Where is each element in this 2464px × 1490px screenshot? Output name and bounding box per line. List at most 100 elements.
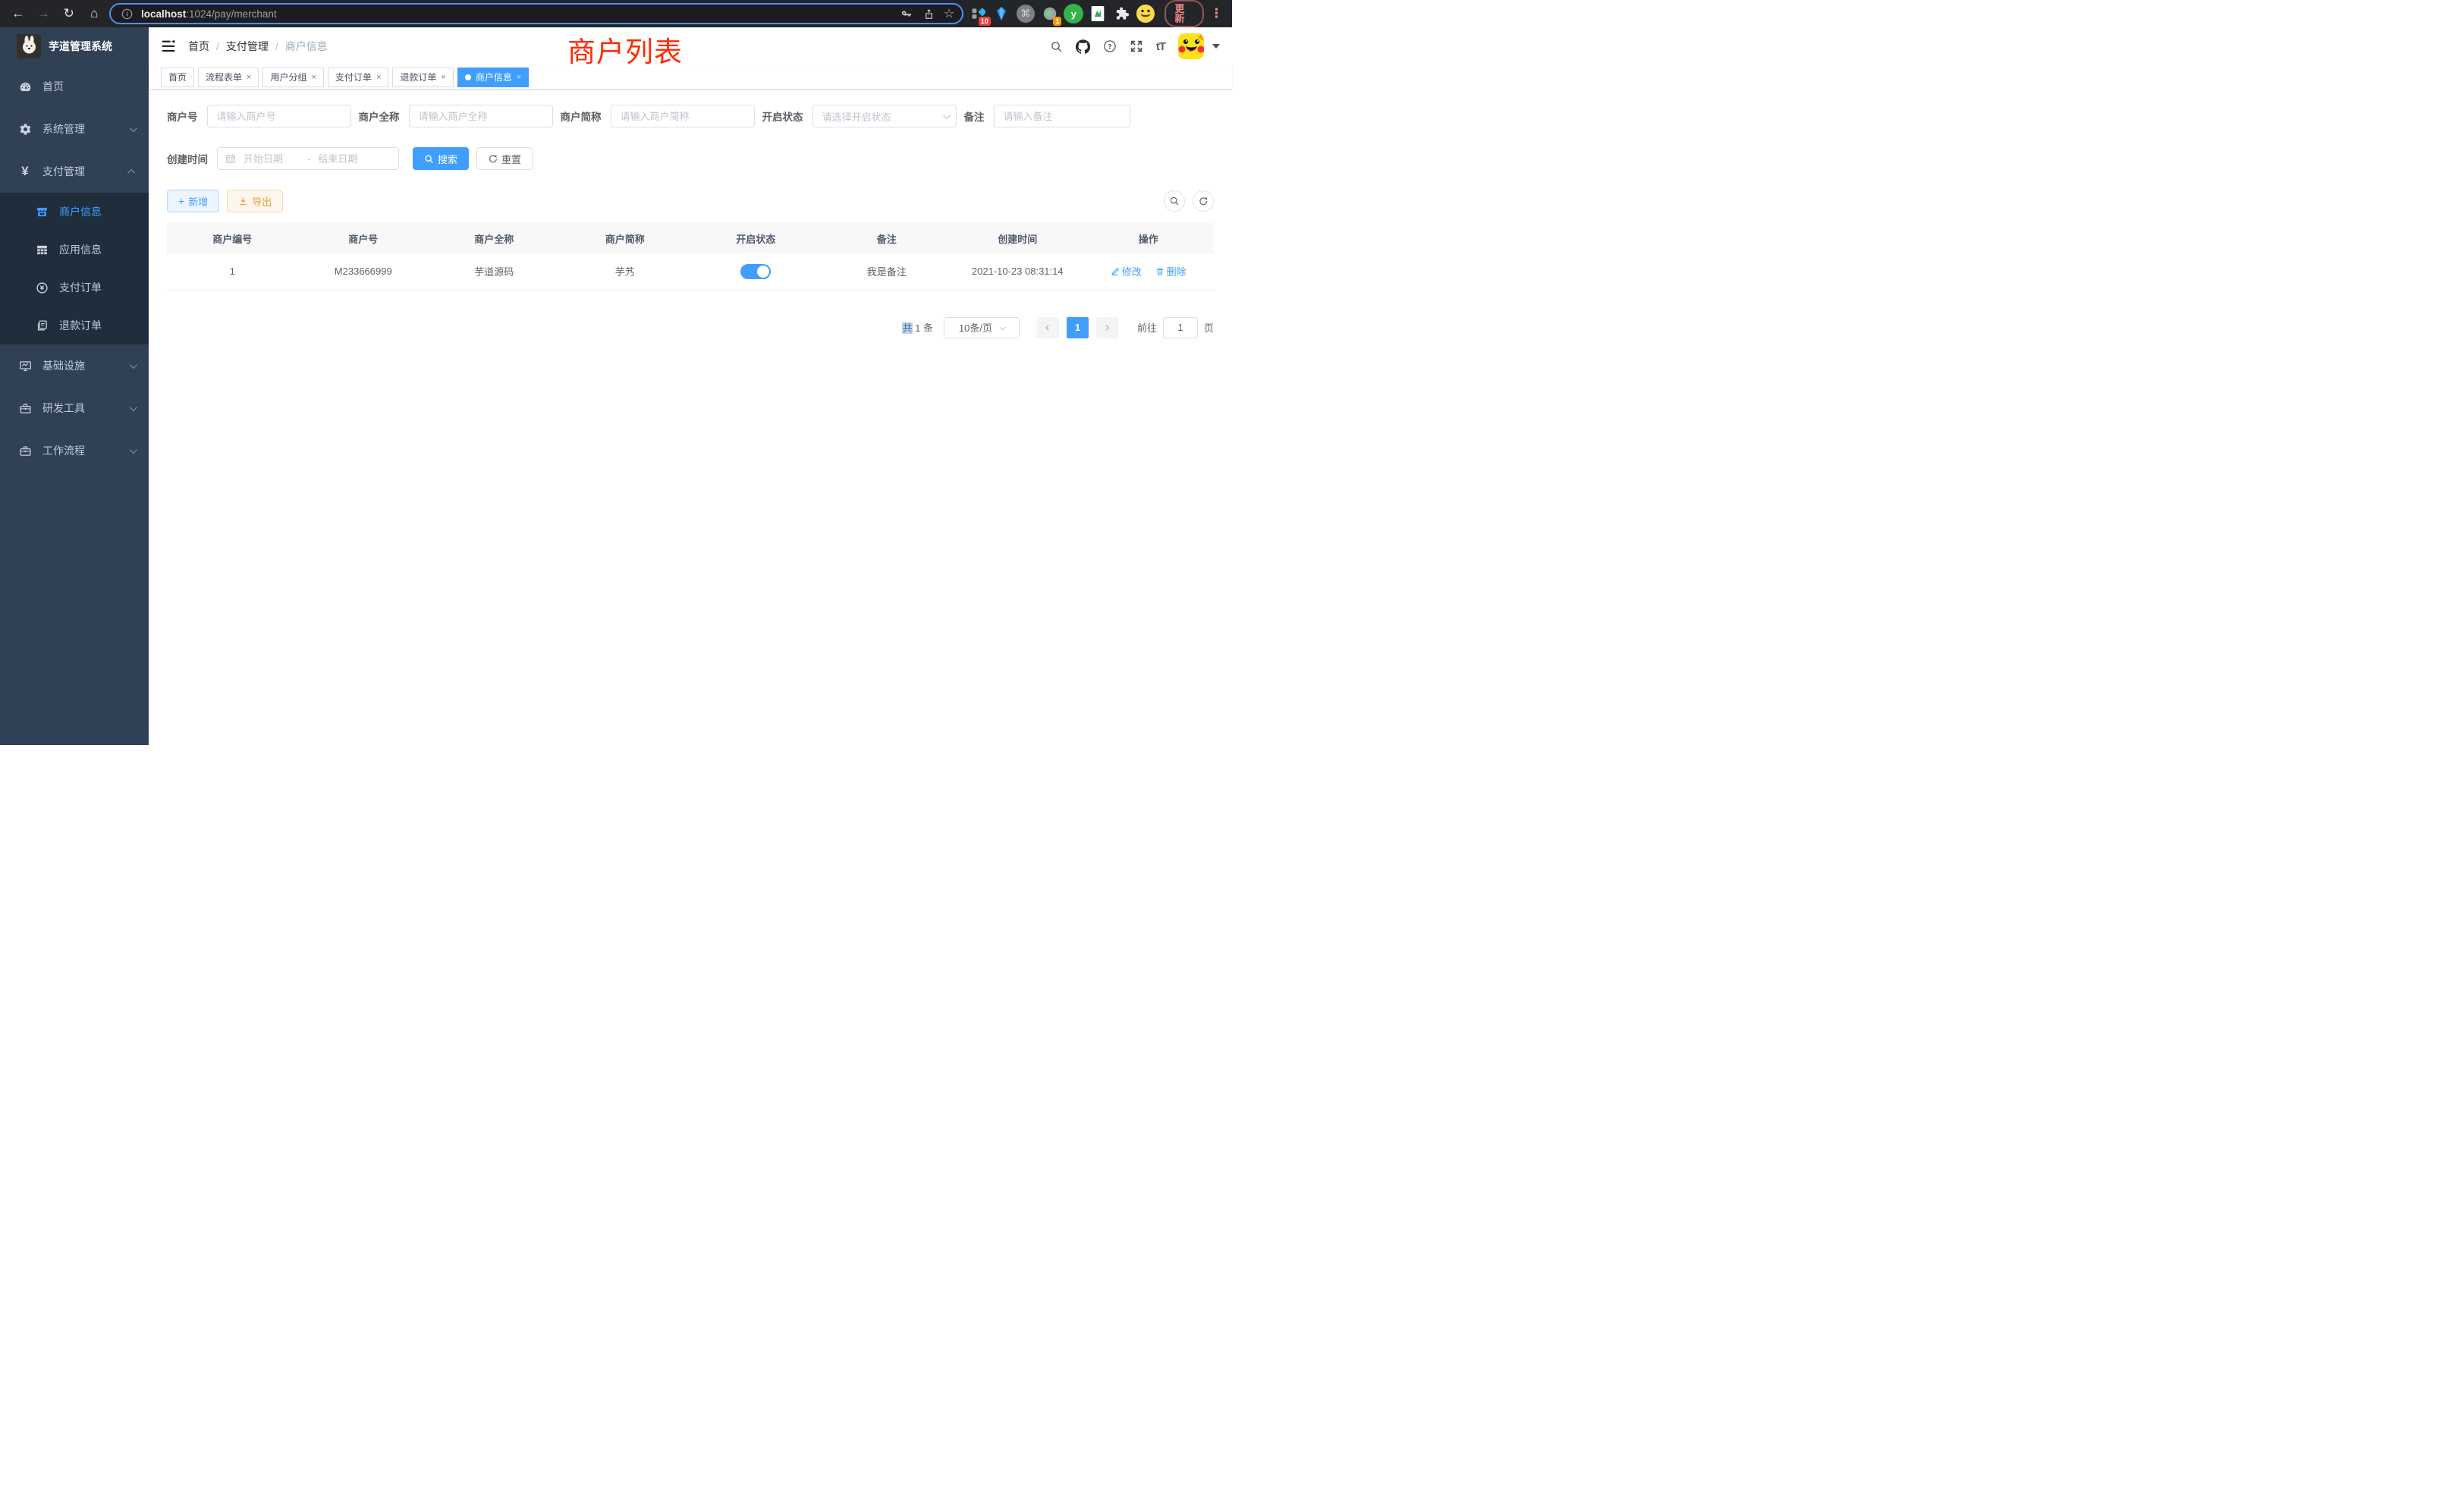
col-short-name: 商户简称 — [560, 223, 691, 253]
close-icon[interactable]: × — [247, 73, 251, 82]
full-name-label: 商户全称 — [359, 108, 409, 124]
close-icon[interactable]: × — [517, 73, 521, 82]
tab-refund-order[interactable]: 退款订单× — [392, 68, 453, 87]
col-actions: 操作 — [1083, 223, 1215, 253]
sidebar-item-system[interactable]: 系统管理 — [0, 108, 149, 150]
fullscreen-icon[interactable] — [1130, 39, 1143, 53]
browser-profile-avatar[interactable] — [1136, 4, 1155, 24]
sidebar-item-label: 商户信息 — [59, 204, 102, 219]
start-date-input[interactable] — [242, 152, 301, 165]
breadcrumb-separator: / — [216, 40, 219, 52]
browser-home-icon[interactable]: ⌂ — [84, 3, 105, 24]
cell-remark: 我是备注 — [822, 253, 953, 290]
extension-timer-icon[interactable]: 1 — [1040, 4, 1060, 24]
dashboard-icon — [18, 80, 32, 93]
header-search-icon[interactable] — [1050, 40, 1063, 53]
tab-merchant-info[interactable]: 商户信息× — [457, 68, 529, 87]
browser-back-icon[interactable]: ← — [8, 3, 29, 24]
browser-reload-icon[interactable]: ↻ — [58, 3, 80, 24]
sidebar-item-label: 支付管理 — [42, 164, 85, 179]
trash-icon — [1155, 267, 1164, 276]
date-range-picker[interactable]: - — [217, 147, 399, 170]
close-icon[interactable]: × — [311, 73, 316, 82]
sidebar-item-label: 退款订单 — [59, 318, 102, 333]
status-toggle[interactable] — [740, 264, 771, 279]
refresh-icon — [488, 154, 498, 164]
full-name-input[interactable] — [409, 105, 553, 127]
app-logo-row[interactable]: 芋道管理系统 — [0, 27, 149, 65]
sidebar-collapse-icon[interactable] — [161, 39, 176, 54]
plus-icon: + — [178, 195, 184, 207]
page-size-select[interactable]: 10条/页 — [944, 317, 1020, 338]
close-icon[interactable]: × — [376, 73, 381, 82]
github-icon[interactable] — [1076, 39, 1090, 54]
goto-prefix: 前往 — [1137, 320, 1157, 335]
help-icon[interactable]: ? — [1103, 39, 1117, 53]
tab-home[interactable]: 首页 — [161, 68, 194, 87]
col-full-name: 商户全称 — [429, 223, 560, 253]
sidebar-item-label: 工作流程 — [42, 443, 85, 458]
refresh-table-button[interactable] — [1193, 190, 1214, 212]
merchant-no-label: 商户号 — [167, 108, 207, 124]
goto-page-input[interactable] — [1163, 317, 1198, 338]
sidebar-item-pay-order[interactable]: ¥ 支付订单 — [0, 269, 149, 306]
address-bar[interactable]: localhost:1024/pay/merchant ☆ — [109, 3, 963, 24]
chevron-down-icon — [130, 404, 137, 411]
close-icon[interactable]: × — [441, 73, 445, 82]
svg-text:?: ? — [1108, 43, 1111, 51]
sidebar-item-merchant-info[interactable]: 商户信息 — [0, 193, 149, 231]
remark-input[interactable] — [994, 105, 1130, 127]
browser-menu-icon[interactable]: ⋮ — [1208, 6, 1224, 21]
sidebar-item-refund-order[interactable]: 退款订单 — [0, 306, 149, 344]
site-info-icon[interactable] — [118, 5, 135, 22]
extension-y-icon[interactable]: y — [1064, 4, 1083, 24]
extension-gem-icon[interactable] — [992, 4, 1012, 24]
filter-row-1: 商户号 商户全称 商户简称 开启状态 请选择开启状态 — [167, 105, 1214, 127]
next-page-button[interactable] — [1096, 317, 1118, 338]
sidebar-item-app-info[interactable]: 应用信息 — [0, 231, 149, 269]
toggle-search-button[interactable] — [1164, 190, 1185, 212]
page-number-1[interactable]: 1 — [1067, 317, 1089, 338]
status-select[interactable]: 请选择开启状态 — [812, 105, 957, 127]
sidebar-item-infrastructure[interactable]: 基础设施 — [0, 344, 149, 387]
cell-merchant-id: 1 — [167, 253, 298, 290]
delete-link[interactable]: 删除 — [1155, 264, 1186, 278]
create-time-label: 创建时间 — [167, 151, 217, 166]
sidebar-item-dev-tools[interactable]: 研发工具 — [0, 387, 149, 429]
browser-update-button[interactable]: 更新 — [1164, 0, 1204, 27]
merchant-no-input[interactable] — [207, 105, 351, 127]
breadcrumb-home[interactable]: 首页 — [188, 39, 209, 54]
merchant-table: 商户编号 商户号 商户全称 商户简称 开启状态 备注 创建时间 操作 1 M23… — [167, 223, 1214, 291]
yen-icon: ¥ — [18, 165, 32, 178]
short-name-input[interactable] — [611, 105, 755, 127]
search-button[interactable]: 搜索 — [413, 147, 469, 170]
tab-pay-order[interactable]: 支付订单× — [328, 68, 388, 87]
sidebar-item-workflow[interactable]: 工作流程 — [0, 429, 149, 472]
export-button[interactable]: 导出 — [227, 190, 283, 212]
reset-button[interactable]: 重置 — [476, 147, 533, 170]
extensions-puzzle-icon[interactable] — [1112, 4, 1132, 24]
breadcrumb-payment[interactable]: 支付管理 — [226, 39, 269, 54]
prev-page-button[interactable] — [1037, 317, 1059, 338]
short-name-label: 商户简称 — [561, 108, 611, 124]
top-navbar: 首页 / 支付管理 / 商户信息 ? tT — [149, 27, 1232, 65]
user-avatar[interactable] — [1178, 33, 1204, 59]
extension-grid-icon[interactable]: 10 — [968, 4, 988, 24]
status-label: 开启状态 — [762, 108, 812, 124]
sidebar-item-payment[interactable]: ¥ 支付管理 — [0, 150, 149, 193]
extension-command-icon[interactable]: ⌘ — [1016, 4, 1036, 24]
password-key-icon[interactable] — [898, 5, 915, 22]
extension-doc-icon[interactable] — [1088, 4, 1108, 24]
share-icon[interactable] — [921, 5, 938, 22]
bookmark-star-icon[interactable]: ☆ — [944, 6, 954, 21]
url-text[interactable]: localhost:1024/pay/merchant — [141, 8, 892, 20]
tab-process-form[interactable]: 流程表单× — [198, 68, 259, 87]
avatar-caret-icon[interactable] — [1212, 44, 1220, 49]
sidebar: 芋道管理系统 首页 系统管理 ¥ 支付管理 商户信息 — [0, 27, 149, 745]
tab-user-group[interactable]: 用户分组× — [262, 68, 323, 87]
font-size-icon[interactable]: tT — [1156, 40, 1165, 53]
add-button[interactable]: + 新增 — [167, 190, 219, 212]
end-date-input[interactable] — [316, 152, 376, 165]
sidebar-item-home[interactable]: 首页 — [0, 65, 149, 108]
edit-link[interactable]: 修改 — [1111, 264, 1142, 278]
